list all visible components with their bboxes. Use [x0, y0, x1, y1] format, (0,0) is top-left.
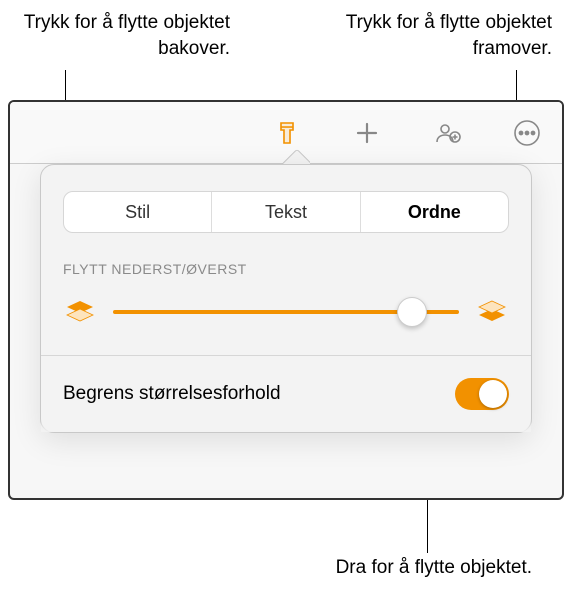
format-popover: Stil Tekst Ordne FLYTT NEDERST/ØVERST — [40, 164, 532, 433]
callout-front-text: Trykk for å flytte objektet framover. — [342, 10, 552, 61]
section-move-label: FLYTT NEDERST/ØVERST — [63, 261, 509, 277]
device-frame: Stil Tekst Ordne FLYTT NEDERST/ØVERST — [8, 100, 564, 500]
move-front-button[interactable] — [475, 295, 509, 329]
format-brush-icon[interactable] — [272, 118, 302, 148]
segmented-control: Stil Tekst Ordne — [63, 191, 509, 233]
popover-pointer — [282, 148, 310, 164]
callout-drag-text: Dra for å flytte objektet. — [336, 555, 532, 581]
collaborate-icon[interactable] — [432, 118, 462, 148]
fade-bottom — [41, 418, 531, 432]
plus-icon[interactable] — [352, 118, 382, 148]
slider-thumb[interactable] — [397, 297, 427, 327]
constrain-toggle[interactable] — [455, 378, 509, 410]
callout-back-text: Trykk for å flytte objektet bakover. — [20, 10, 230, 61]
move-back-button[interactable] — [63, 295, 97, 329]
layer-slider[interactable] — [113, 296, 459, 328]
constrain-label: Begrens størrelsesforhold — [63, 383, 281, 405]
tab-text[interactable]: Tekst — [212, 192, 360, 232]
layer-slider-row — [63, 295, 509, 329]
more-icon[interactable] — [512, 118, 542, 148]
tab-style[interactable]: Stil — [64, 192, 212, 232]
toggle-knob — [479, 380, 507, 408]
tab-arrange[interactable]: Ordne — [361, 192, 508, 232]
